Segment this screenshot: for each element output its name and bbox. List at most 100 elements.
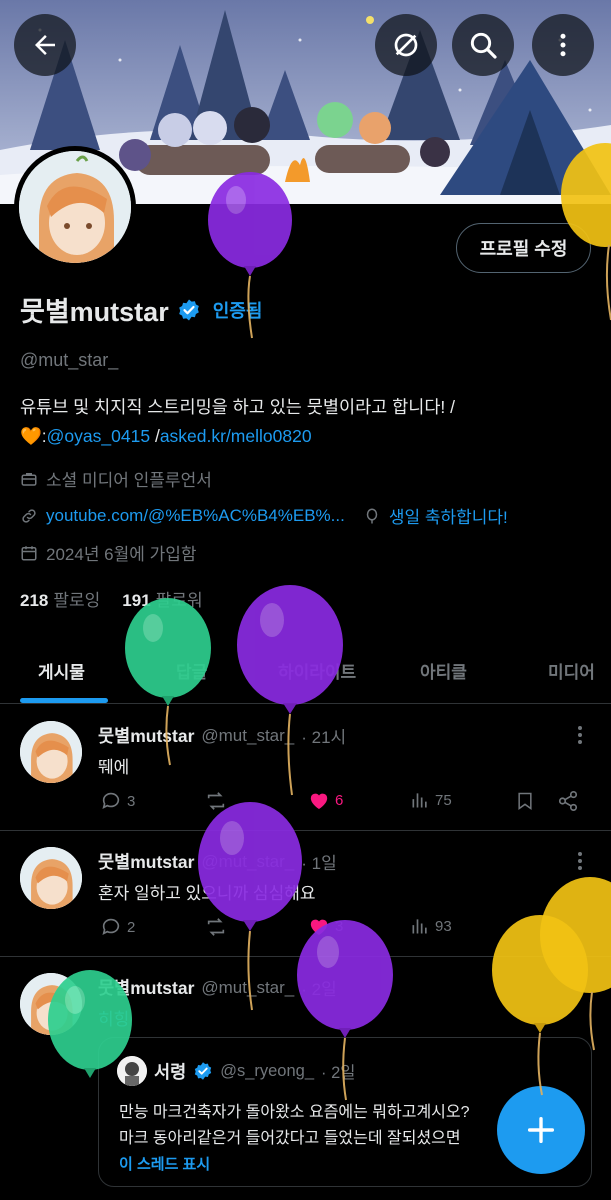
link-icon xyxy=(22,508,36,523)
profile-bio: 유튜브 및 치지직 스트리밍을 하고 있는 뭇별이라고 합니다! / 🧡:@oy… xyxy=(20,393,595,451)
calendar-icon xyxy=(21,545,37,560)
retweet-icon xyxy=(207,792,225,810)
tweet-author-handle[interactable]: @mut_star_ xyxy=(201,726,294,746)
tweet-avatar[interactable] xyxy=(20,973,82,1035)
tweet-author-name[interactable]: 뭇별mutstar xyxy=(98,975,194,1000)
tweet-text: 혼자 일하고 있으니까 심심해요 xyxy=(98,884,316,903)
tweet-time[interactable]: · 21시 xyxy=(301,723,346,748)
views-icon xyxy=(412,919,427,934)
tweet-header: 뭇별mutstar @mut_star_ · 1일 xyxy=(98,849,337,874)
tweet-time[interactable]: · 2일 xyxy=(301,975,336,1000)
quote-time[interactable]: · 2일 xyxy=(321,1059,355,1083)
following-label: 팔로잉 xyxy=(53,591,101,610)
show-thread-link[interactable]: 이 스레드 표시 xyxy=(119,1153,210,1174)
heart-filled-icon xyxy=(310,919,328,936)
tab-replies[interactable]: 답글 xyxy=(176,636,207,704)
tweet-author-name[interactable]: 뭇별mutstar xyxy=(98,723,194,748)
category-text: 소셜 미디어 인플루언서 xyxy=(46,471,212,490)
quote-avatar[interactable] xyxy=(117,1056,147,1086)
tweet-more-button[interactable] xyxy=(577,725,583,750)
retweet-button[interactable] xyxy=(204,916,228,938)
profile-screen: 프로필 수정 뭇별mutstar 인증됨 @mut_star_ 유튜브 및 치지… xyxy=(0,0,611,1200)
reply-icon xyxy=(102,918,120,935)
like-count: 3 xyxy=(335,917,344,935)
followers-link[interactable]: 191 팔로워 xyxy=(122,586,202,611)
views-button[interactable]: 93 xyxy=(410,916,452,936)
reply-button[interactable]: 3 xyxy=(100,790,135,812)
profile-tabs: 게시물 답글 하이라이트 아티클 미디어 xyxy=(0,636,611,704)
more-vertical-icon xyxy=(578,852,582,870)
like-button[interactable]: 3 xyxy=(308,916,343,936)
compose-post-button[interactable] xyxy=(497,1086,585,1174)
briefcase-icon xyxy=(21,472,37,486)
reply-button[interactable]: 2 xyxy=(100,916,135,938)
edit-profile-button[interactable]: 프로필 수정 xyxy=(456,223,591,273)
quote-author-name[interactable]: 서령 xyxy=(154,1059,186,1084)
tab-posts[interactable]: 게시물 xyxy=(38,636,85,704)
bookmark-icon xyxy=(518,792,532,810)
tweet[interactable]: 뭇별mutstar @mut_star_ · 21시 뛔에 3 6 75 xyxy=(0,705,611,831)
avatar-illustration xyxy=(19,151,131,263)
followers-count: 191 xyxy=(122,591,151,610)
birthday-link[interactable]: 생일 축하합니다! xyxy=(389,503,508,528)
bio-line-2: 🧡:@oyas_0415 /asked.kr/mello0820 xyxy=(20,422,595,451)
category-row: 소셜 미디어 인플루언서 xyxy=(20,466,212,491)
tweet-more-button[interactable] xyxy=(577,851,583,876)
tweet-author-handle[interactable]: @mut_star_ xyxy=(201,852,294,872)
tweet-actions: 3 6 75 xyxy=(100,790,585,816)
reply-icon xyxy=(102,792,120,809)
more-vertical-icon xyxy=(560,33,566,57)
website-link[interactable]: youtube.com/@%EB%AC%B4%EB%... xyxy=(46,506,345,526)
search-icon xyxy=(470,32,497,59)
reply-count: 3 xyxy=(127,792,136,810)
arrow-left-icon xyxy=(35,35,55,55)
tweet-header: 뭇별mutstar @mut_star_ · 2일 xyxy=(98,975,337,1000)
search-button[interactable] xyxy=(452,14,514,76)
retweet-button[interactable] xyxy=(204,790,228,812)
tweet-avatar[interactable] xyxy=(20,847,82,909)
tweet-author-handle[interactable]: @mut_star_ xyxy=(201,978,294,998)
profile-handle: @mut_star_ xyxy=(20,350,119,370)
heart-filled-icon xyxy=(310,793,328,810)
tab-highlights[interactable]: 하이라이트 xyxy=(278,636,356,704)
tweet-actions: 2 3 93 xyxy=(100,916,585,942)
website-birthday-row: youtube.com/@%EB%AC%B4%EB%... 생일 축하합니다! xyxy=(20,503,508,528)
profile-name: 뭇별mutstar xyxy=(20,297,169,327)
joined-text: 2024년 6월에 가입함 xyxy=(46,545,197,564)
following-link[interactable]: 218 팔로잉 xyxy=(20,586,100,611)
share-button[interactable] xyxy=(557,790,579,812)
bio-mention-link[interactable]: @oyas_0415 xyxy=(47,426,150,446)
tweet-header: 뭇별mutstar @mut_star_ · 21시 xyxy=(98,723,346,748)
view-count: 75 xyxy=(435,791,452,809)
back-button[interactable] xyxy=(14,14,76,76)
tweet-avatar[interactable] xyxy=(20,721,82,783)
balloon-icon xyxy=(366,508,378,523)
tweet-text: 히힝 xyxy=(98,1010,130,1029)
tab-articles[interactable]: 아티클 xyxy=(420,636,467,704)
more-options-button[interactable] xyxy=(532,14,594,76)
bookmark-button[interactable] xyxy=(515,790,535,812)
tweet[interactable]: 뭇별mutstar @mut_star_ · 1일 혼자 일하고 있으니까 심심… xyxy=(0,831,611,957)
follow-stats: 218 팔로잉 191 팔로워 xyxy=(20,586,203,611)
tweet-time[interactable]: · 1일 xyxy=(301,849,336,874)
joined-row: 2024년 6월에 가입함 xyxy=(20,540,197,565)
followers-label: 팔로워 xyxy=(155,591,203,610)
heart-emoji: 🧡 xyxy=(20,426,42,446)
eye-slash-icon xyxy=(394,33,418,57)
verified-badge-icon[interactable] xyxy=(177,298,201,322)
views-button[interactable]: 75 xyxy=(410,790,452,810)
verified-label[interactable]: 인증됨 xyxy=(213,297,263,323)
profile-avatar[interactable] xyxy=(14,146,136,268)
tab-media[interactable]: 미디어 xyxy=(548,636,595,704)
like-button[interactable]: 6 xyxy=(308,790,343,810)
profile-name-row: 뭇별mutstar 인증됨 xyxy=(20,290,262,329)
hide-button[interactable] xyxy=(375,14,437,76)
share-icon xyxy=(558,791,578,811)
quote-author-handle[interactable]: @s_ryeong_ xyxy=(220,1062,314,1081)
bio-separator: / xyxy=(150,426,160,446)
following-count: 218 xyxy=(20,591,49,610)
tweet-author-name[interactable]: 뭇별mutstar xyxy=(98,849,194,874)
bio-asked-link[interactable]: asked.kr/mello0820 xyxy=(160,426,312,446)
bio-line-1: 유튜브 및 치지직 스트리밍을 하고 있는 뭇별이라고 합니다! / xyxy=(20,397,456,417)
reply-count: 2 xyxy=(127,918,136,936)
